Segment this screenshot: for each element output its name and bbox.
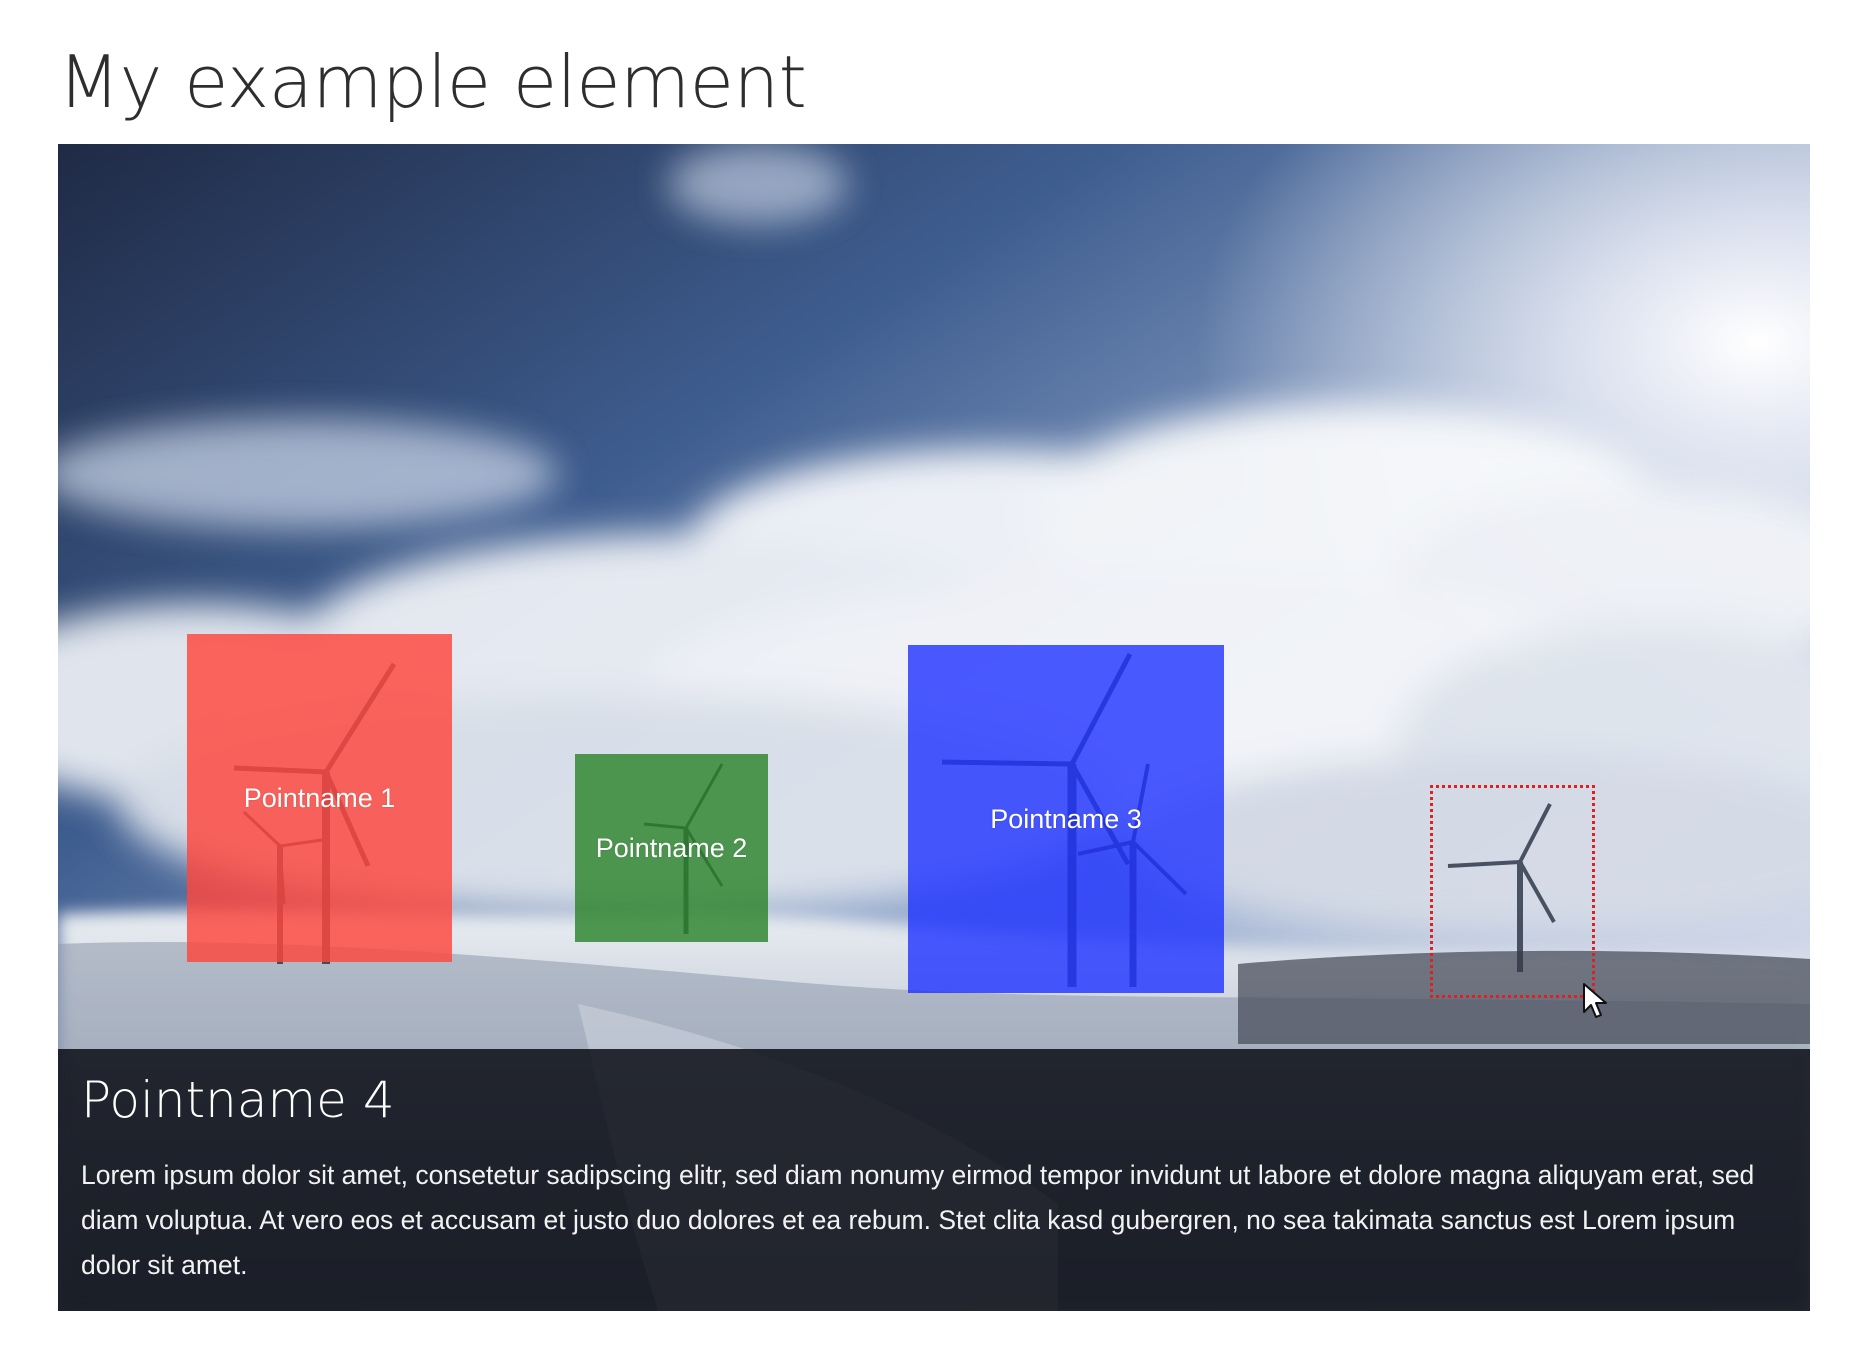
hotspot-label: Pointname 3 [990,803,1142,834]
hotspot-pointname-3[interactable]: Pointname 3 [908,645,1224,993]
info-panel-title: Pointname 4 [81,1071,395,1129]
hotspot-label: Pointname 1 [243,782,396,813]
info-panel-text: Lorem ipsum dolor sit amet, consetetur s… [81,1160,1755,1280]
hotspot-pointname-1[interactable]: Pointname 1 [187,634,452,962]
image-hotspot-element: Pointname 1 Pointname 2 Pointname 3 Poin… [58,144,1810,1311]
hotspot-pointname-2[interactable]: Pointname 2 [575,754,768,942]
hotspot-label: Pointname 2 [595,832,748,863]
page-title: My example element [58,40,807,124]
hotspot-info-panel: Pointname 4 Lorem ipsum dolor sit amet, … [58,1049,1810,1311]
hotspot-pointname-4[interactable] [1430,785,1595,998]
